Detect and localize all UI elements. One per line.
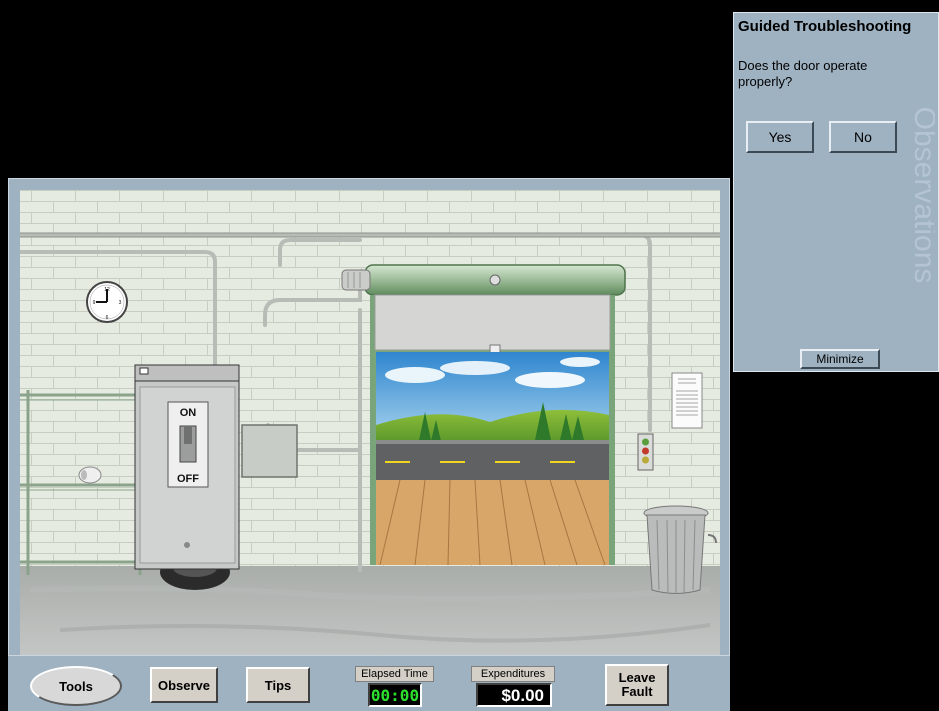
garage-scene: 12 3 6 9 ON OFF — [20, 190, 720, 655]
outdoor-view — [376, 352, 609, 566]
switch-on-label: ON — [180, 407, 197, 419]
tools-button[interactable]: Tools — [30, 666, 122, 706]
leave-fault-line1: Leave — [618, 670, 656, 685]
svg-text:3: 3 — [119, 300, 122, 306]
expenditures-display: $0.00 — [476, 683, 552, 707]
tips-button[interactable]: Tips — [246, 667, 310, 703]
observe-button[interactable]: Observe — [150, 667, 218, 703]
scene-illustration: 12 3 6 9 ON OFF — [20, 190, 720, 655]
garage-floor — [20, 566, 720, 655]
elapsed-time-display: 00:00 — [368, 683, 422, 707]
elapsed-time-label: Elapsed Time — [355, 666, 434, 682]
junction-box — [241, 424, 298, 478]
observations-watermark-text: Observations — [908, 107, 935, 284]
svg-text:6: 6 — [106, 315, 109, 321]
observations-watermark: Observations — [908, 107, 935, 284]
svg-text:12: 12 — [104, 287, 110, 293]
panel-title: Guided Troubleshooting — [738, 18, 912, 35]
leave-fault-button[interactable]: Leave Fault — [605, 664, 669, 706]
tape-roll-icon — [78, 466, 102, 484]
wall-clock-icon: 12 3 6 9 — [86, 281, 128, 323]
door-motor — [341, 269, 371, 291]
switch-off-label: OFF — [177, 473, 199, 485]
safety-rules-notice — [671, 372, 703, 429]
troubleshooting-question: Does the door operate properly? — [738, 58, 868, 89]
door-control-station — [637, 433, 654, 471]
no-button[interactable]: No — [829, 121, 897, 153]
expenditures-label: Expenditures — [471, 666, 555, 682]
disconnect-switch-box — [134, 364, 240, 570]
svg-text:9: 9 — [93, 300, 96, 306]
minimize-button[interactable]: Minimize — [800, 349, 880, 369]
leave-fault-line2: Fault — [621, 684, 653, 699]
yes-button[interactable]: Yes — [746, 121, 814, 153]
door-panel — [374, 294, 611, 351]
